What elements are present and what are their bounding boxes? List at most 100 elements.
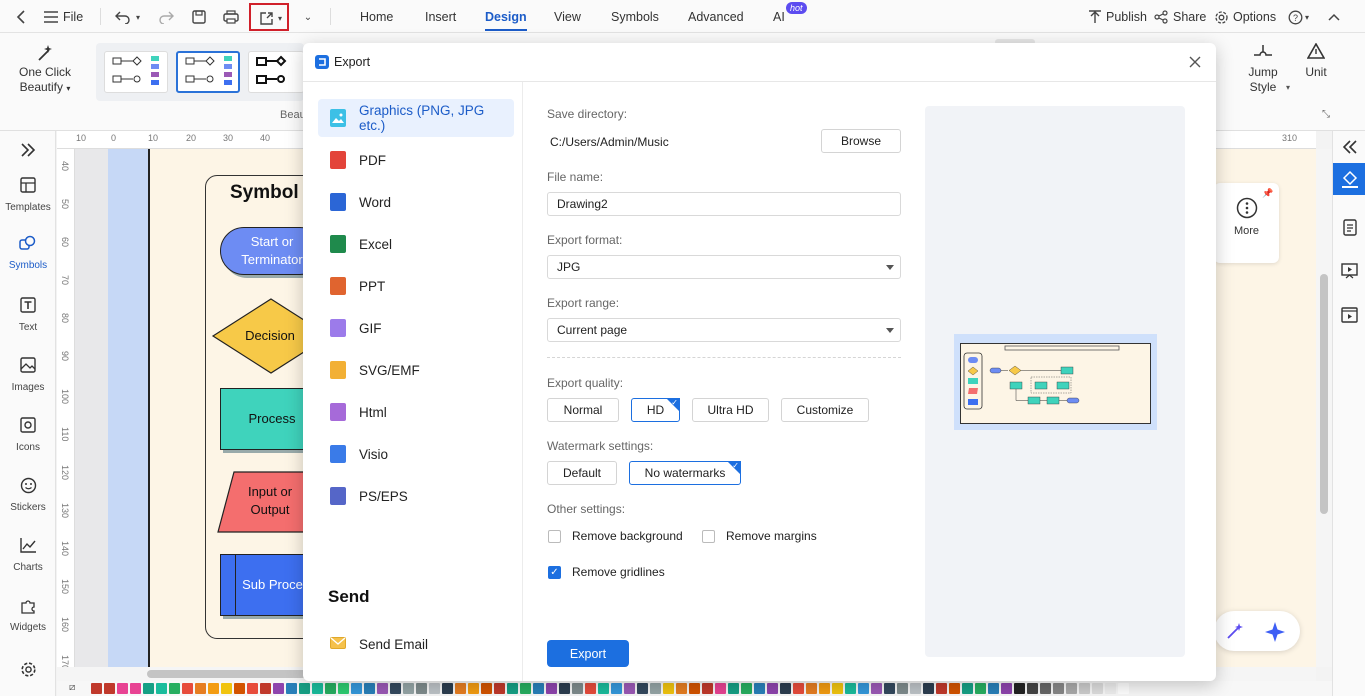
color-swatch[interactable]	[143, 683, 154, 694]
send-email-option[interactable]: Send Email	[318, 625, 514, 663]
publish-button[interactable]: Publish	[1106, 0, 1147, 33]
color-swatch[interactable]	[429, 683, 440, 694]
options-button[interactable]: Options	[1233, 0, 1276, 33]
fill-bucket-icon[interactable]	[1333, 163, 1365, 195]
remove-background-checkbox[interactable]	[548, 529, 561, 543]
sidebar-item-templates[interactable]: Templates	[0, 177, 56, 213]
hamburger-menu-icon[interactable]	[42, 8, 60, 26]
tab-home[interactable]: Home	[360, 0, 393, 33]
color-swatch[interactable]	[702, 683, 713, 694]
format-excel[interactable]: Excel	[318, 225, 514, 263]
browse-button[interactable]: Browse	[821, 129, 901, 153]
format-svg-emf[interactable]: SVG/EMF	[318, 351, 514, 389]
color-swatch[interactable]	[728, 683, 739, 694]
jump-style-button[interactable]: Jump Style	[1235, 43, 1291, 95]
remove-margins-option[interactable]: Remove margins	[702, 529, 817, 543]
color-swatch[interactable]	[156, 683, 167, 694]
color-swatch[interactable]	[949, 683, 960, 694]
color-swatch[interactable]	[923, 683, 934, 694]
color-swatch[interactable]	[351, 683, 362, 694]
sidebar-settings-button[interactable]	[0, 661, 56, 686]
color-swatch[interactable]	[767, 683, 778, 694]
color-swatch[interactable]	[338, 683, 349, 694]
color-swatch[interactable]	[117, 683, 128, 694]
slideshow-icon[interactable]	[1333, 299, 1365, 331]
remove-gridlines-checkbox[interactable]: ✓	[548, 565, 561, 579]
export-button[interactable]: Export	[547, 640, 629, 667]
color-swatch[interactable]	[442, 683, 453, 694]
color-swatch[interactable]	[507, 683, 518, 694]
watermark-none-button[interactable]: No watermarks ✓	[629, 461, 741, 485]
ribbon-expand-icon[interactable]: ⤡	[1322, 109, 1330, 120]
terminator-shape[interactable]: Start or Terminator	[220, 227, 314, 275]
tab-ai[interactable]: AI	[773, 0, 785, 33]
color-swatch[interactable]	[910, 683, 921, 694]
pin-icon[interactable]: 📌	[1262, 188, 1273, 199]
color-swatch[interactable]	[247, 683, 258, 694]
quality-ultra-hd-button[interactable]: Ultra HD	[692, 398, 769, 422]
vertical-scrollbar-thumb[interactable]	[1320, 274, 1328, 514]
color-swatch[interactable]	[832, 683, 843, 694]
color-swatch[interactable]	[195, 683, 206, 694]
color-swatch[interactable]	[546, 683, 557, 694]
sidebar-item-stickers[interactable]: Stickers	[0, 477, 56, 513]
color-swatch[interactable]	[286, 683, 297, 694]
publish-icon[interactable]	[1086, 8, 1104, 26]
export-icon[interactable]	[257, 9, 275, 27]
color-swatch[interactable]	[312, 683, 323, 694]
color-swatch[interactable]	[559, 683, 570, 694]
color-swatch[interactable]	[91, 683, 102, 694]
color-swatch[interactable]	[819, 683, 830, 694]
sidebar-item-widgets[interactable]: Widgets	[0, 597, 56, 633]
color-swatch[interactable]	[572, 683, 583, 694]
color-swatch[interactable]	[468, 683, 479, 694]
color-swatch[interactable]	[936, 683, 947, 694]
color-swatch[interactable]	[689, 683, 700, 694]
format-gif[interactable]: GIF	[318, 309, 514, 347]
print-icon[interactable]	[222, 8, 240, 26]
tab-advanced[interactable]: Advanced	[688, 0, 744, 33]
save-icon[interactable]	[190, 8, 208, 26]
jump-style-dropdown-icon[interactable]: ▾	[1286, 83, 1290, 92]
color-swatch[interactable]	[494, 683, 505, 694]
color-swatch[interactable]	[377, 683, 388, 694]
remove-background-option[interactable]: Remove background	[548, 529, 683, 543]
collapse-right-panel-icon[interactable]	[1333, 131, 1365, 163]
color-swatch[interactable]	[533, 683, 544, 694]
remove-margins-checkbox[interactable]	[702, 529, 715, 543]
presentation-icon[interactable]	[1333, 255, 1365, 287]
color-swatch[interactable]	[1027, 683, 1038, 694]
help-icon[interactable]: ?	[1286, 8, 1304, 26]
export-range-select[interactable]: Current page	[547, 318, 901, 342]
color-swatch[interactable]	[1092, 683, 1103, 694]
page-properties-icon[interactable]	[1333, 211, 1365, 243]
color-swatch[interactable]	[962, 683, 973, 694]
color-swatch[interactable]	[208, 683, 219, 694]
quality-customize-button[interactable]: Customize	[781, 398, 869, 422]
layout-style-3[interactable]	[248, 51, 304, 93]
sidebar-item-charts[interactable]: Charts	[0, 537, 56, 573]
undo-dropdown-icon[interactable]: ▾	[134, 8, 142, 26]
format-pdf[interactable]: PDF	[318, 141, 514, 179]
color-swatch[interactable]	[221, 683, 232, 694]
export-dropdown-icon[interactable]: ▾	[276, 9, 284, 27]
format-ppt[interactable]: PPT	[318, 267, 514, 305]
color-swatch[interactable]	[663, 683, 674, 694]
share-icon[interactable]	[1152, 8, 1170, 26]
color-swatch[interactable]	[481, 683, 492, 694]
layout-style-2[interactable]	[176, 51, 240, 93]
sidebar-item-symbols[interactable]: Symbols	[0, 235, 56, 271]
color-swatch[interactable]	[624, 683, 635, 694]
color-swatch[interactable]	[403, 683, 414, 694]
vertical-scrollbar[interactable]	[1316, 149, 1332, 667]
color-swatch[interactable]	[1053, 683, 1064, 694]
symbol-legend-panel[interactable]: Symbol Start or Terminator Decision Proc…	[205, 175, 315, 639]
color-swatch[interactable]	[780, 683, 791, 694]
quality-hd-button[interactable]: HD ✓	[631, 398, 680, 422]
color-swatch[interactable]	[1001, 683, 1012, 694]
color-swatch[interactable]	[234, 683, 245, 694]
color-swatch[interactable]	[676, 683, 687, 694]
tab-design[interactable]: Design	[485, 0, 527, 33]
color-swatch[interactable]	[273, 683, 284, 694]
redo-icon[interactable]	[157, 8, 175, 26]
